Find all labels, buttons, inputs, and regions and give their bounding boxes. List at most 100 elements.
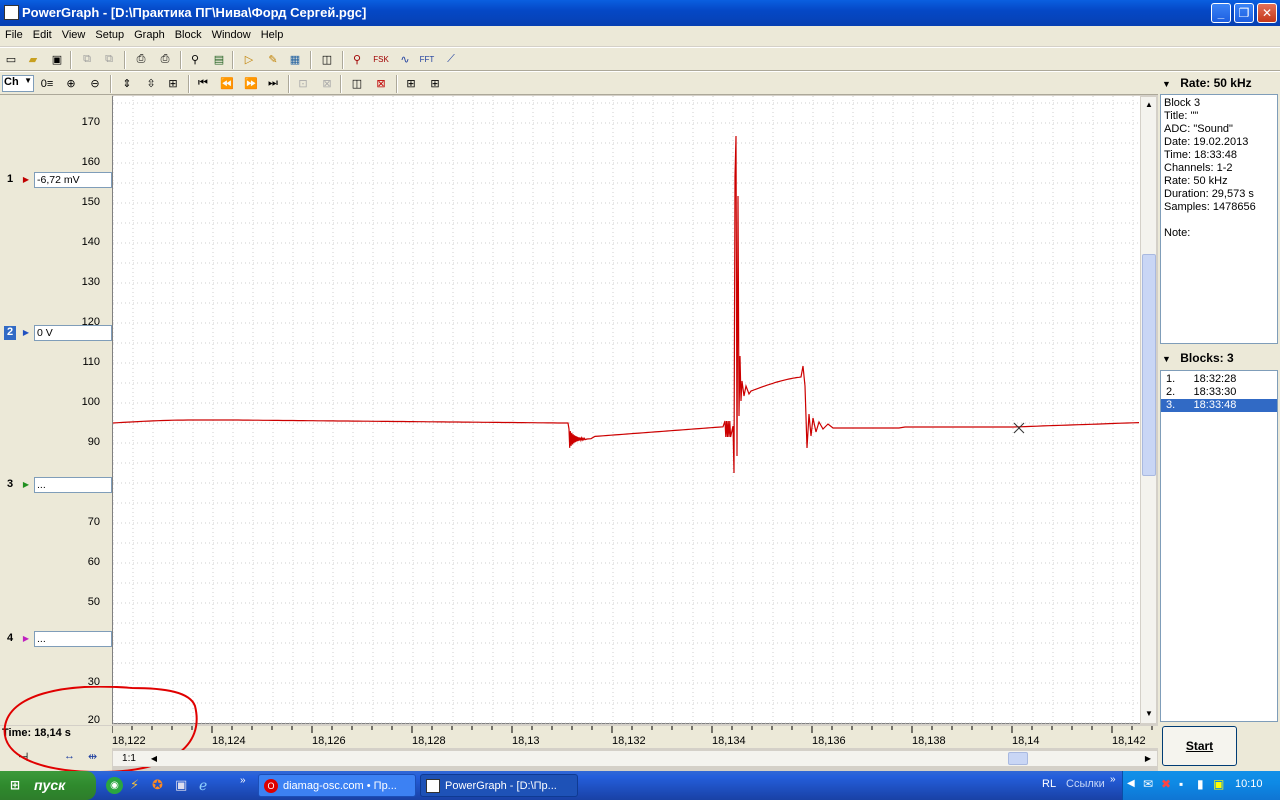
tray-icon[interactable]: ▪ bbox=[1179, 777, 1183, 791]
start-button[interactable]: Start bbox=[1162, 726, 1237, 766]
analysis-icon[interactable]: ⚲ bbox=[348, 51, 366, 68]
channel-arrow-icon[interactable]: ▶ bbox=[20, 173, 32, 187]
play-record-icon[interactable]: ▷ bbox=[240, 51, 258, 68]
scroll-down-icon[interactable]: ▼ bbox=[1142, 707, 1156, 721]
copy-graph-icon[interactable]: ⊡ bbox=[294, 75, 312, 92]
tray-expand-icon[interactable]: ◀ bbox=[1127, 778, 1135, 789]
overflow-chevron-icon[interactable]: » bbox=[1110, 774, 1116, 785]
close-window-icon[interactable]: ⊠ bbox=[372, 75, 390, 92]
save-icon[interactable]: ▣ bbox=[48, 51, 66, 68]
print-icon[interactable]: ⎙ bbox=[156, 51, 174, 68]
minimize-button[interactable]: _ bbox=[1211, 3, 1231, 23]
collapse-arrow-icon[interactable]: ▼ bbox=[1162, 354, 1171, 364]
expand-icon[interactable]: ⊞ bbox=[426, 75, 444, 92]
quicklaunch-icon[interactable]: ◉ bbox=[106, 777, 123, 794]
channel-value[interactable]: ... bbox=[34, 477, 112, 493]
rewind-icon[interactable]: ⏪ bbox=[218, 75, 236, 92]
channel-row-4[interactable]: 4 ▶ ... bbox=[0, 631, 112, 647]
fast-forward-icon[interactable]: ⏩ bbox=[242, 75, 260, 92]
horizontal-scrollbar[interactable]: 1:1 ◀ ▶ bbox=[112, 750, 1158, 767]
block-item[interactable]: 1. 18:32:28 bbox=[1161, 373, 1277, 386]
channel-arrow-icon[interactable]: ▶ bbox=[20, 632, 32, 646]
channel-row-3[interactable]: 3 ▶ ... bbox=[0, 477, 112, 493]
monitor-icon[interactable]: ▤ bbox=[210, 51, 228, 68]
menu-edit[interactable]: Edit bbox=[28, 26, 57, 41]
menu-setup[interactable]: Setup bbox=[90, 26, 129, 41]
zoom-out-icon[interactable]: ⊖ bbox=[86, 75, 104, 92]
channel-number: 2 bbox=[4, 326, 16, 340]
overflow-chevron-icon[interactable]: » bbox=[240, 775, 246, 786]
info-line: Rate: 50 kHz bbox=[1164, 175, 1228, 187]
close-button[interactable]: ✕ bbox=[1257, 3, 1277, 23]
x-tick-label: 18,126 bbox=[312, 735, 346, 747]
channel-arrow-icon[interactable]: ▶ bbox=[20, 478, 32, 492]
channel-select[interactable]: Ch ▼ bbox=[2, 75, 34, 92]
channel-value[interactable]: -6,72 mV bbox=[34, 172, 112, 188]
waveform-icon[interactable]: ∿ bbox=[396, 51, 414, 68]
copy-icon[interactable]: ⧉ bbox=[78, 51, 96, 68]
zoom-ratio[interactable]: 1:1 bbox=[115, 751, 143, 766]
first-icon[interactable]: ⏮ bbox=[194, 75, 212, 92]
pencil-icon[interactable]: ✎ bbox=[264, 51, 282, 68]
channel-row-1[interactable]: 1 ▶ -6,72 mV bbox=[0, 172, 112, 188]
signal-plot[interactable] bbox=[112, 96, 1141, 724]
network-icon[interactable]: ▮ bbox=[1197, 777, 1204, 791]
graph-area[interactable] bbox=[112, 96, 1141, 724]
collapse-arrow-icon[interactable]: ▼ bbox=[1162, 79, 1171, 89]
paste-icon[interactable]: ⧉ bbox=[100, 51, 118, 68]
tray-icon[interactable]: ✖ bbox=[1161, 777, 1171, 791]
device-icon[interactable]: ⚲ bbox=[186, 51, 204, 68]
ie-icon[interactable]: ℯ bbox=[199, 777, 216, 794]
powergraph-icon bbox=[426, 779, 440, 793]
cursor-marker[interactable] bbox=[1013, 422, 1025, 434]
quicklaunch-icon[interactable]: ▣ bbox=[175, 777, 192, 794]
vertical-scrollbar[interactable]: ▲ ▼ bbox=[1140, 96, 1157, 724]
block-item[interactable]: 2. 18:33:30 bbox=[1161, 386, 1277, 399]
quicklaunch-icon[interactable]: ⚡ bbox=[130, 777, 147, 794]
calculator-icon[interactable]: ▦ bbox=[286, 51, 304, 68]
clock[interactable]: 10:10 bbox=[1235, 778, 1263, 790]
language-indicator[interactable]: RL bbox=[1042, 778, 1056, 790]
new-file-icon[interactable]: ▭ bbox=[2, 51, 20, 68]
channel-arrow-icon[interactable]: ▶ bbox=[20, 326, 32, 340]
horizontal-scroll-thumb[interactable] bbox=[1008, 752, 1028, 765]
quicklaunch-icon[interactable]: ✪ bbox=[152, 777, 169, 794]
fsk-icon[interactable]: FSK bbox=[372, 51, 390, 68]
x-tick-label: 18,138 bbox=[912, 735, 946, 747]
menu-help[interactable]: Help bbox=[256, 26, 289, 41]
maximize-button[interactable]: ❐ bbox=[1234, 3, 1254, 23]
menu-graph[interactable]: Graph bbox=[129, 26, 170, 41]
zero-offset-button[interactable]: 0 ≡ bbox=[38, 75, 56, 92]
task-powergraph[interactable]: PowerGraph - [D:\Пр... bbox=[420, 774, 578, 797]
links-toolbar[interactable]: Ссылки bbox=[1066, 778, 1105, 790]
menu-view[interactable]: View bbox=[57, 26, 91, 41]
print-preview-icon[interactable]: ⎙ bbox=[132, 51, 150, 68]
autoscale-icon[interactable]: ⊞ bbox=[164, 75, 182, 92]
tray-icon[interactable]: ✉ bbox=[1143, 777, 1153, 791]
scroll-left-icon[interactable]: ◀ bbox=[147, 751, 161, 766]
menu-file[interactable]: File bbox=[0, 26, 28, 41]
title-bar[interactable]: PowerGraph - [D:\Практика ПГ\Нива\Форд С… bbox=[0, 0, 1280, 26]
scroll-right-icon[interactable]: ▶ bbox=[1141, 751, 1155, 766]
vertical-scroll-thumb[interactable] bbox=[1142, 254, 1156, 476]
scroll-up-icon[interactable]: ▲ bbox=[1142, 98, 1156, 112]
zoom-in-icon[interactable]: ⊕ bbox=[62, 75, 80, 92]
channel-value[interactable]: ... bbox=[34, 631, 112, 647]
vertical-stretch-icon[interactable]: ⇕ bbox=[118, 75, 136, 92]
window-icon[interactable]: ◫ bbox=[348, 75, 366, 92]
task-opera[interactable]: O diamag-osc.com • Пр... bbox=[258, 774, 416, 797]
vertical-fit-icon[interactable]: ⇳ bbox=[142, 75, 160, 92]
last-icon[interactable]: ⏭ bbox=[264, 75, 282, 92]
fft-icon[interactable]: FFT bbox=[418, 51, 436, 68]
layers-icon[interactable]: ◫ bbox=[318, 51, 336, 68]
menu-bar: File Edit View Setup Graph Block Window Help bbox=[0, 26, 1280, 46]
fit-all-icon[interactable]: ⊞ bbox=[402, 75, 420, 92]
tray-icon[interactable]: ▣ bbox=[1213, 777, 1224, 791]
menu-window[interactable]: Window bbox=[207, 26, 256, 41]
spectrum-icon[interactable]: ⟋ bbox=[442, 51, 460, 68]
menu-block[interactable]: Block bbox=[170, 26, 207, 41]
block-item-selected[interactable]: 3. 18:33:48 bbox=[1161, 399, 1277, 412]
delete-graph-icon[interactable]: ⊠ bbox=[318, 75, 336, 92]
start-menu-button[interactable]: ⊞ пуск bbox=[0, 771, 96, 800]
open-folder-icon[interactable]: ▰ bbox=[24, 51, 42, 68]
